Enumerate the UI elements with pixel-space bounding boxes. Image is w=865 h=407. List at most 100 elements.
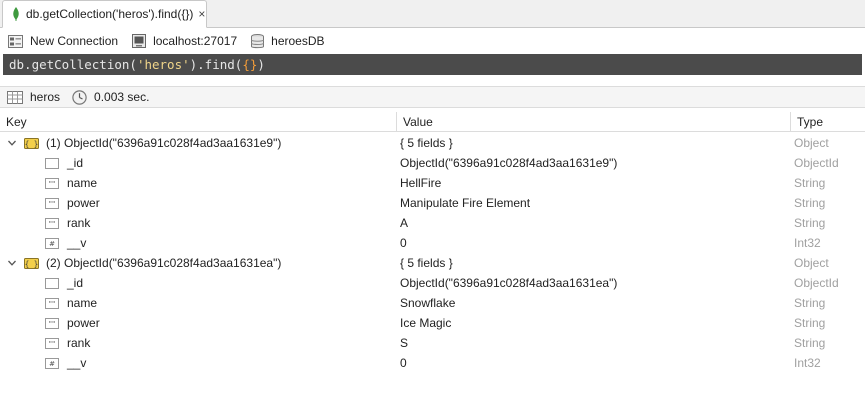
field-type: String [794, 296, 826, 310]
document-row-2[interactable]: { } (2) ObjectId("6396a91c028f4ad3aa1631… [0, 253, 865, 273]
execution-time: 0.003 sec. [72, 89, 150, 105]
field-row[interactable]: "" rank S String [0, 333, 865, 353]
chevron-down-icon[interactable] [7, 138, 17, 148]
field-key: name [67, 176, 98, 190]
field-key: name [67, 296, 98, 310]
svg-text:"": "" [49, 340, 55, 348]
document-type: Object [794, 256, 829, 270]
field-row[interactable]: # __v 0 Int32 [0, 353, 865, 373]
database-icon [251, 33, 265, 48]
tab-close-icon[interactable]: × [198, 8, 205, 20]
mongodb-leaf-icon [13, 7, 19, 21]
field-value: A [400, 216, 409, 230]
field-type: String [794, 196, 826, 210]
svg-text:#: # [49, 240, 55, 248]
field-value: Ice Magic [400, 316, 452, 330]
connection-icon [8, 34, 23, 48]
field-key: __v [67, 356, 87, 370]
collection-name: heros [30, 90, 61, 104]
svg-text:"": "" [49, 180, 55, 188]
table-icon [7, 90, 23, 104]
svg-text:#: # [49, 360, 55, 368]
query-editor[interactable]: db.getCollection('heros').find({}) [3, 54, 862, 75]
new-connection-button[interactable]: New Connection [8, 34, 118, 48]
svg-text:"": "" [49, 200, 55, 208]
query-collection-arg: 'heros' [136, 57, 190, 72]
field-key: _id [67, 276, 84, 290]
field-type: Int32 [794, 356, 821, 370]
new-connection-label: New Connection [30, 34, 119, 48]
field-row[interactable]: "" power Manipulate Fire Element String [0, 193, 865, 213]
field-row[interactable]: "" power Ice Magic String [0, 313, 865, 333]
objectid-field-icon [45, 277, 59, 289]
collection-info: heros [7, 90, 60, 104]
field-value: 0 [400, 356, 407, 370]
query-middle: ).find( [189, 57, 243, 72]
number-field-icon: # [45, 357, 59, 369]
field-key: rank [67, 336, 91, 350]
field-value: S [400, 336, 409, 350]
host-indicator[interactable]: localhost:27017 [132, 34, 237, 48]
query-filter: {} [242, 57, 258, 72]
number-field-icon: # [45, 237, 59, 249]
result-tree-grid: Key Value Type { } (1) ObjectId("6396a91… [0, 112, 865, 407]
field-key: power [67, 196, 100, 210]
query-prefix: db.getCollection( [9, 57, 137, 72]
grid-header: Key Value Type [0, 112, 865, 132]
field-type: Int32 [794, 236, 821, 250]
field-row[interactable]: # __v 0 Int32 [0, 233, 865, 253]
field-type: String [794, 216, 826, 230]
document-type: Object [794, 136, 829, 150]
document-icon: { } [24, 257, 39, 269]
string-field-icon: "" [45, 197, 59, 209]
field-type: String [794, 336, 826, 350]
objectid-field-icon [45, 157, 59, 169]
database-indicator[interactable]: heroesDB [251, 33, 325, 49]
field-key: __v [67, 236, 87, 250]
field-value: Snowflake [400, 296, 456, 310]
document-icon: { } [24, 137, 39, 149]
document-row-1[interactable]: { } (1) ObjectId("6396a91c028f4ad3aa1631… [0, 133, 865, 153]
field-type: String [794, 316, 826, 330]
database-label: heroesDB [271, 34, 325, 48]
svg-text:{ }: { } [25, 259, 39, 268]
query-suffix: ) [257, 57, 265, 72]
document-value: { 5 fields } [400, 256, 453, 270]
field-row[interactable]: "" name Snowflake String [0, 293, 865, 313]
string-field-icon: "" [45, 337, 59, 349]
field-value: 0 [400, 236, 407, 250]
document-key: (1) ObjectId("6396a91c028f4ad3aa1631e9") [46, 136, 282, 150]
tab-strip: db.getCollection('heros').find({}) × [0, 0, 865, 28]
tab-query[interactable]: db.getCollection('heros').find({}) × [2, 0, 207, 28]
field-row[interactable]: "" name HellFire String [0, 173, 865, 193]
chevron-down-icon[interactable] [7, 258, 17, 268]
field-value: ObjectId("6396a91c028f4ad3aa1631ea") [400, 276, 618, 290]
string-field-icon: "" [45, 217, 59, 229]
svg-text:{ }: { } [25, 139, 39, 148]
execution-time-label: 0.003 sec. [94, 90, 150, 104]
column-header-key[interactable]: Key [0, 112, 396, 132]
field-key: rank [67, 216, 91, 230]
host-label: localhost:27017 [153, 34, 238, 48]
field-type: String [794, 176, 826, 190]
connection-bar: New Connection localhost:27017 heroesDB [0, 29, 865, 53]
column-header-type[interactable]: Type [790, 112, 865, 132]
server-icon [132, 34, 147, 48]
tab-title: db.getCollection('heros').find({}) [26, 7, 194, 21]
field-row[interactable]: "" rank A String [0, 213, 865, 233]
column-header-value[interactable]: Value [396, 112, 790, 132]
clock-icon [72, 89, 87, 105]
field-type: ObjectId [794, 156, 839, 170]
svg-text:"": "" [49, 320, 55, 328]
string-field-icon: "" [45, 317, 59, 329]
field-type: ObjectId [794, 276, 839, 290]
field-key: power [67, 316, 100, 330]
field-value: Manipulate Fire Element [400, 196, 531, 210]
field-value: HellFire [400, 176, 442, 190]
field-row[interactable]: _id ObjectId("6396a91c028f4ad3aa1631ea")… [0, 273, 865, 293]
string-field-icon: "" [45, 297, 59, 309]
field-row[interactable]: _id ObjectId("6396a91c028f4ad3aa1631e9")… [0, 153, 865, 173]
field-value: ObjectId("6396a91c028f4ad3aa1631e9") [400, 156, 618, 170]
document-key: (2) ObjectId("6396a91c028f4ad3aa1631ea") [46, 256, 282, 270]
svg-text:"": "" [49, 220, 55, 228]
